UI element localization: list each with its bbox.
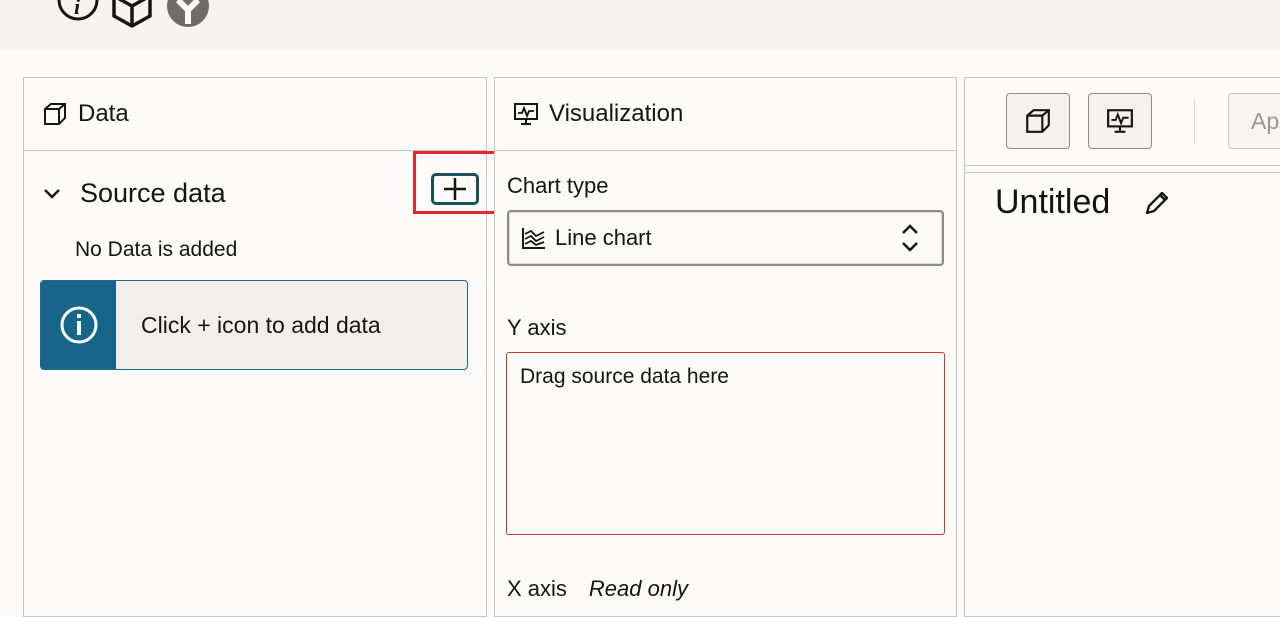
- info-banner: Click + icon to add data: [40, 280, 468, 370]
- x-axis-readonly-note: Read only: [588, 576, 688, 601]
- x-axis-label: X axis: [507, 576, 567, 601]
- chart-type-label: Chart type: [507, 173, 609, 198]
- chart-type-select[interactable]: Line chart: [507, 210, 944, 266]
- chevron-up-down-icon: [902, 224, 918, 252]
- chart-canvas: Untitled: [965, 172, 1280, 616]
- y-axis-label: Y axis: [507, 315, 567, 340]
- info-icon[interactable]: i: [56, 0, 100, 30]
- data-panel-title: Data: [78, 100, 129, 127]
- chart-type-value: Line chart: [555, 225, 652, 250]
- top-toolbar: i: [0, 0, 1280, 50]
- apply-button[interactable]: Ap: [1228, 93, 1280, 149]
- y-axis-drop-placeholder: Drag source data here: [520, 365, 729, 388]
- x-axis-row: X axis Read only: [507, 576, 688, 602]
- toolbar-divider: [1194, 98, 1195, 144]
- svg-text:i: i: [74, 0, 81, 19]
- no-data-message: No Data is added: [75, 238, 238, 261]
- app-logo-icon[interactable]: [164, 0, 212, 32]
- data-panel-header: Data: [24, 78, 486, 151]
- source-data-toggle[interactable]: Source data: [42, 178, 226, 209]
- pencil-icon[interactable]: [1143, 189, 1171, 217]
- chart-title: Untitled: [995, 183, 1111, 221]
- monitor-chart-icon: [1107, 109, 1133, 133]
- data-panel: Data Source data No Data is added Click …: [23, 77, 507, 617]
- visualization-panel-title: Visualization: [549, 100, 684, 127]
- chevron-down-icon[interactable]: [42, 187, 62, 201]
- visualization-panel-header: Visualization: [495, 78, 956, 151]
- line-chart-icon: [522, 228, 545, 249]
- cube-outline-icon: [1026, 109, 1050, 133]
- cube-icon[interactable]: [110, 0, 154, 30]
- preview-panel: Ap Untitled: [964, 77, 1280, 617]
- highlight-box: [413, 151, 507, 214]
- data-view-button[interactable]: [1006, 93, 1070, 149]
- visualization-view-button[interactable]: [1088, 93, 1152, 149]
- visualization-panel: Visualization Chart type Line chart Y ax…: [494, 77, 957, 617]
- banner-stripe: [41, 281, 116, 369]
- cube-outline-icon: [44, 103, 66, 125]
- info-banner-text: Click + icon to add data: [141, 311, 381, 338]
- preview-toolbar: Ap: [965, 78, 1280, 166]
- info-circle-icon: [60, 306, 97, 344]
- monitor-chart-icon: [514, 103, 538, 125]
- source-data-title: Source data: [80, 178, 226, 208]
- y-axis-drop-zone[interactable]: Drag source data here: [506, 352, 945, 535]
